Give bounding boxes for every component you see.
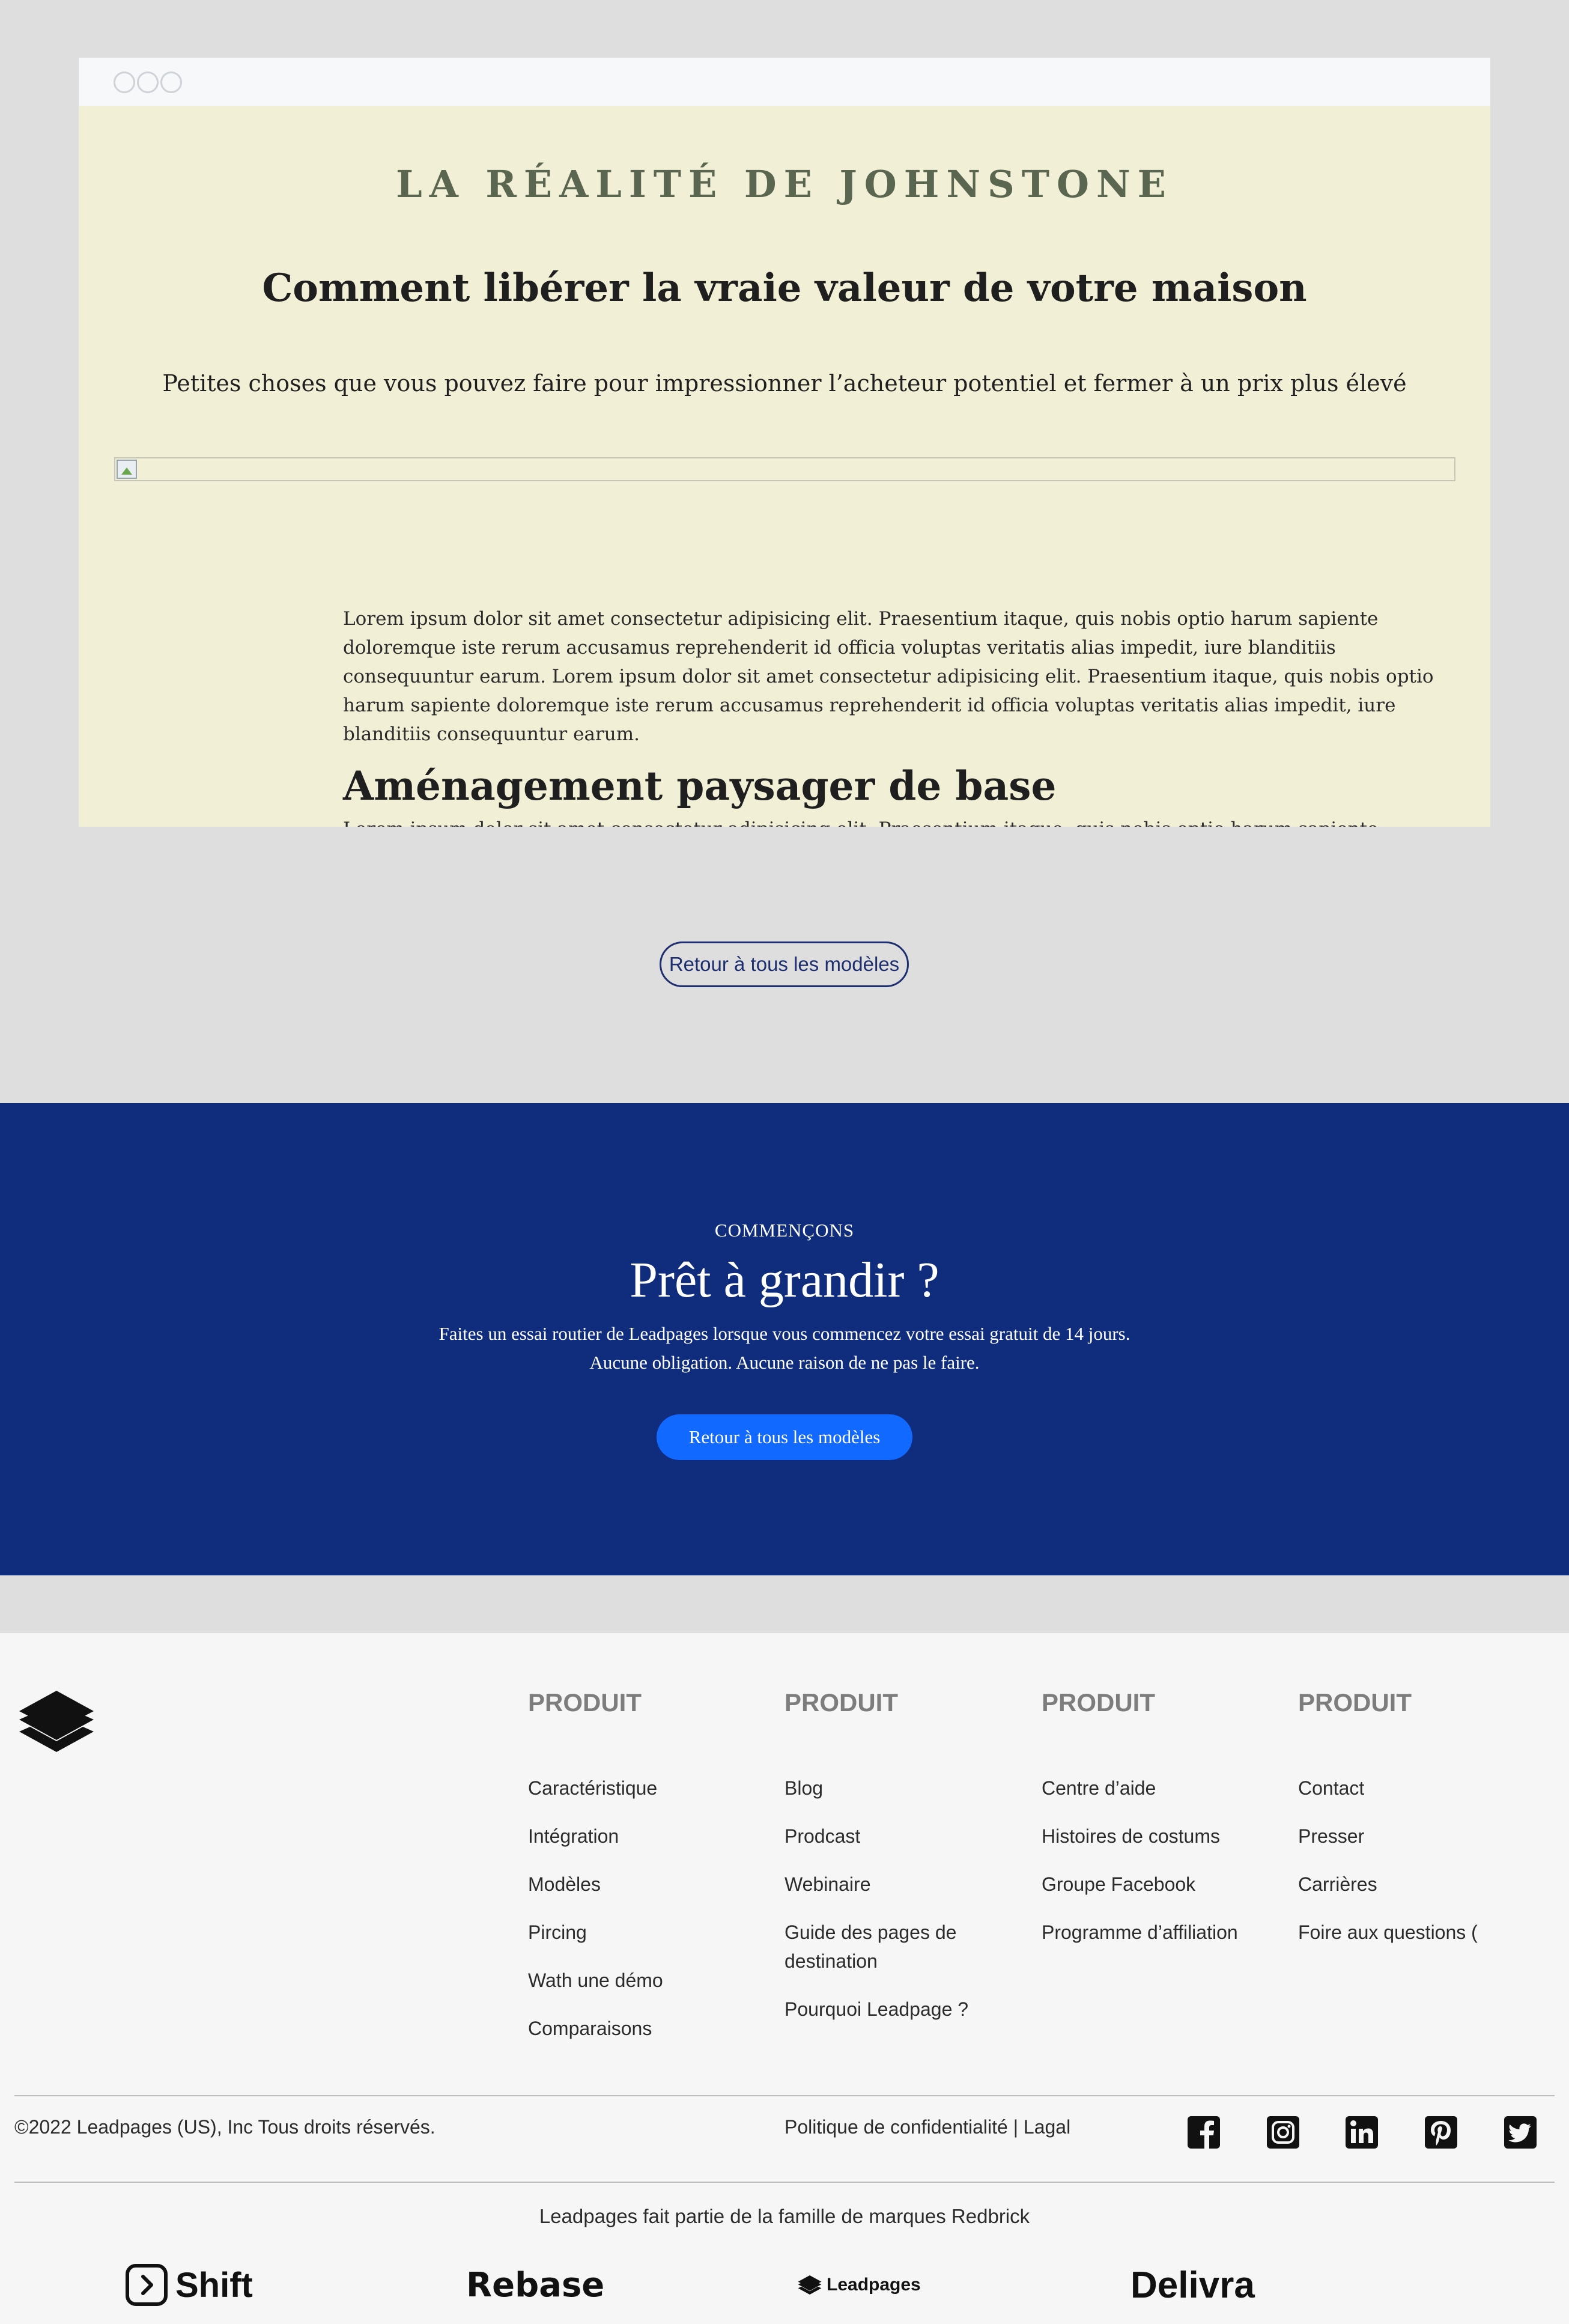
broken-image-icon: [117, 460, 137, 479]
footer-link[interactable]: Intégration: [528, 1822, 663, 1851]
pinterest-icon[interactable]: [1424, 2115, 1458, 2150]
cta-kicker: COMMENÇONS: [714, 1220, 855, 1241]
window-dot-icon: [137, 71, 159, 93]
linkedin-icon[interactable]: [1344, 2115, 1379, 2150]
footer-column-heading: PRODUIT: [528, 1688, 642, 1717]
shift-chevron-icon: [126, 2264, 168, 2306]
shift-brand-name: Shift: [175, 2265, 253, 2305]
cta-line: Faites un essai routier de Leadpages lor…: [439, 1323, 1130, 1344]
article-paragraph: Lorem ipsum dolor sit amet consectetur a…: [343, 608, 1434, 745]
footer-column: PRODUIT Centre d’aide Histoires de costu…: [1042, 1688, 1238, 1947]
footer-link[interactable]: Comparaisons: [528, 2014, 663, 2043]
footer-link[interactable]: Webinaire: [784, 1870, 1001, 1899]
footer-link[interactable]: Carrières: [1298, 1870, 1478, 1899]
article-body: Lorem ipsum dolor sit amet consectetur a…: [343, 604, 1448, 827]
footer-divider: [14, 2182, 1555, 2183]
cta-line: Aucune obligation. Aucune raison de ne p…: [589, 1352, 980, 1373]
instagram-icon[interactable]: [1266, 2115, 1300, 2150]
legal-links[interactable]: Politique de confidentialité | Lagal: [784, 2116, 1070, 2138]
footer-link[interactable]: Foire aux questions (: [1298, 1918, 1478, 1947]
footer-column-heading: PRODUIT: [1042, 1688, 1155, 1717]
footer-link[interactable]: Guide des pages de destination: [784, 1918, 1001, 1976]
rebase-brand-name: Rebase: [466, 2265, 605, 2305]
window-dot-icon: [160, 71, 182, 93]
footer-link[interactable]: Pourquoi Leadpage ?: [784, 1995, 1001, 2024]
shift-brand-logo[interactable]: Shift: [125, 2258, 253, 2312]
back-to-templates-button[interactable]: Retour à tous les modèles: [660, 941, 909, 987]
rebase-brand-logo[interactable]: Rebase: [466, 2258, 604, 2312]
footer-link[interactable]: Presser: [1298, 1822, 1478, 1851]
article-paragraph: Lorem ipsum dolor sit amet consectetur a…: [343, 815, 1448, 827]
leadpages-brand-name: Leadpages: [827, 2275, 921, 2295]
footer-divider: [14, 2095, 1555, 2096]
section-heading: Aménagement paysager de base: [343, 762, 1057, 809]
preview-subhead: Petites choses que vous pouvez faire pou…: [162, 370, 1407, 397]
footer-link[interactable]: Centre d’aide: [1042, 1774, 1238, 1802]
footer-link[interactable]: Programme d’affiliation: [1042, 1918, 1238, 1947]
twitter-icon[interactable]: [1503, 2115, 1538, 2150]
footer-link[interactable]: Wath une démo: [528, 1966, 663, 1995]
footer-link[interactable]: Modèles: [528, 1870, 663, 1899]
footer-link[interactable]: Caractéristique: [528, 1774, 663, 1802]
browser-bar: [79, 58, 1490, 106]
footer-column: PRODUIT Blog Prodcast Webinaire Guide de…: [784, 1688, 1001, 2024]
leadpages-logo-icon[interactable]: [14, 1688, 99, 1754]
footer-column: PRODUIT Contact Presser Carrières Foire …: [1298, 1688, 1478, 1947]
footer-link[interactable]: Pircing: [528, 1918, 663, 1947]
footer-link[interactable]: Groupe Facebook: [1042, 1870, 1238, 1899]
copyright-text: ©2022 Leadpages (US), Inc Tous droits ré…: [14, 2116, 435, 2138]
leadpages-mini-icon: [798, 2275, 822, 2295]
template-preview: LA RÉALITÉ DE JOHNSTONE Comment libérer …: [79, 58, 1490, 827]
leadpages-brand-logo[interactable]: Leadpages: [797, 2258, 921, 2312]
brand-family-text: Leadpages fait partie de la famille de m…: [539, 2205, 1030, 2227]
preview-eyebrow: LA RÉALITÉ DE JOHNSTONE: [396, 162, 1173, 206]
footer-link[interactable]: Prodcast: [784, 1822, 1001, 1851]
facebook-icon[interactable]: [1186, 2115, 1221, 2150]
footer-link[interactable]: Histoires de costums: [1042, 1822, 1238, 1851]
footer-column-heading: PRODUIT: [784, 1688, 898, 1717]
cta-section: COMMENÇONS Prêt à grandir ? Faites un es…: [0, 1103, 1569, 1575]
cta-button[interactable]: Retour à tous les modèles: [657, 1414, 912, 1460]
preview-headline: Comment libérer la vraie valeur de votre…: [262, 266, 1307, 311]
broken-image: [114, 457, 1455, 481]
footer-column: PRODUIT Caractéristique Intégration Modè…: [528, 1688, 663, 2043]
cta-title: Prêt à grandir ?: [630, 1252, 939, 1308]
footer-column-heading: PRODUIT: [1298, 1688, 1412, 1717]
window-dot-icon: [114, 71, 135, 93]
footer-link[interactable]: Blog: [784, 1774, 1001, 1802]
footer: PRODUIT Caractéristique Intégration Modè…: [0, 1633, 1569, 2324]
delivra-brand-logo[interactable]: Delivra: [1130, 2258, 1255, 2312]
delivra-brand-name: Delivra: [1130, 2264, 1255, 2306]
cta-description: Faites un essai routier de Leadpages lor…: [0, 1319, 1569, 1377]
footer-link[interactable]: Contact: [1298, 1774, 1478, 1802]
